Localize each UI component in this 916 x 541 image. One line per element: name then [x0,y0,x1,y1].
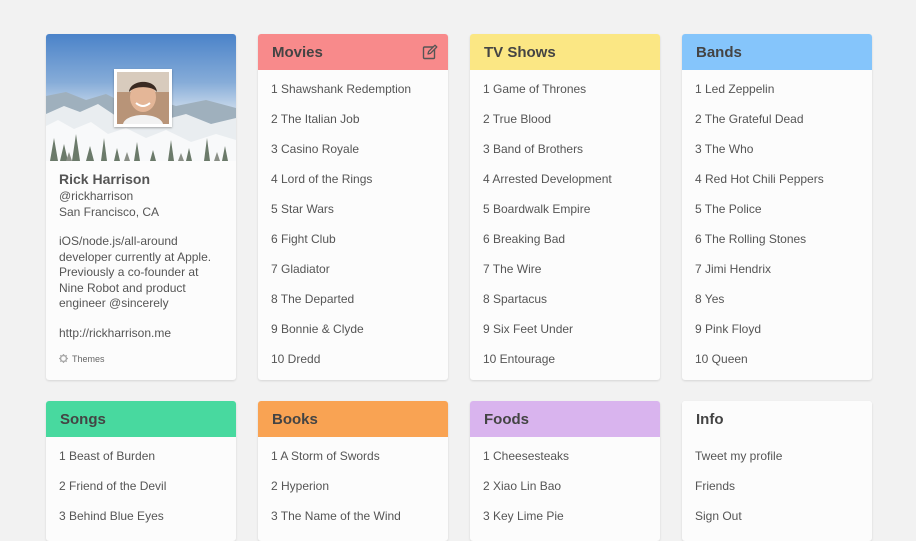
tv-shows-item: 10 Entourage [483,352,556,366]
tv-shows-card: TV Shows 1 Game of Thrones 2 True Blood 3 … [470,34,660,380]
tv-shows-item: 7 The Wire [483,262,542,276]
foods-header: Foods [470,401,660,437]
bands-item: 4 Red Hot Chili Peppers [695,172,824,186]
profile-banner [46,34,236,161]
songs-card: Songs 1 Beast of Burden 2 Friend of the D… [46,401,236,541]
movies-item: 4 Lord of the Rings [271,172,373,186]
bands-list: 1 Led Zeppelin 2 The Grateful Dead 3 The W… [682,74,872,374]
tv-shows-item: 1 Game of Thrones [483,82,587,96]
books-list: 1 A Storm of Swords 2 Hyperion 3 The Name … [258,441,448,531]
bands-header: Bands [682,34,872,70]
movies-header: Movies [258,34,448,70]
movies-item: 6 Fight Club [271,232,336,246]
bands-item: 7 Jimi Hendrix [695,262,772,276]
movies-card: Movies 1 Shawshank Redemption 2 The Itali… [258,34,448,380]
books-title: Books [272,410,318,428]
profile-url-link[interactable]: http://rickharrison.me [59,326,223,341]
foods-title: Foods [484,410,529,428]
songs-header: Songs [46,401,236,437]
bands-card: Bands 1 Led Zeppelin 2 The Grateful Dead 3… [682,34,872,380]
tv-shows-item: 8 Spartacus [483,292,548,306]
tv-shows-header: TV Shows [470,34,660,70]
books-item: 2 Hyperion [271,479,330,493]
avatar-photo [117,72,169,124]
bands-item: 5 The Police [695,202,762,216]
profile-name: Rick Harrison [59,171,151,187]
foods-item: 2 Xiao Lin Bao [483,479,562,493]
foods-card: Foods 1 Cheesesteaks 2 Xiao Lin Bao 3 Key … [470,401,660,541]
edit-icon[interactable] [422,44,438,60]
info-item[interactable]: Sign Out [695,501,859,531]
info-card: Info Tweet my profile Friends Sign Out [682,401,872,541]
avatar[interactable] [114,69,172,127]
profile-location: San Francisco, CA [59,204,160,219]
gear-icon [59,354,68,363]
songs-title: Songs [60,410,106,428]
movies-item: 1 Shawshank Redemption [271,82,412,96]
profile-handle[interactable]: @rickharrison [59,189,223,205]
info-item[interactable]: Friends [695,471,859,501]
info-title: Info [696,410,724,428]
bands-item: 3 The Who [695,142,754,156]
movies-item: 2 The Italian Job [271,112,360,126]
bands-item: 10 Queen [695,352,748,366]
bands-item: 2 The Grateful Dead [695,112,804,126]
tv-shows-item: 4 Arrested Development [483,172,612,186]
songs-item: 3 Behind Blue Eyes [59,509,164,523]
themes-label: Themes [72,353,105,364]
tv-shows-title: TV Shows [484,43,556,61]
bands-item: 9 Pink Floyd [695,322,762,336]
movies-item: 9 Bonnie & Clyde [271,322,364,336]
bands-item: 8 Yes [695,292,725,306]
bands-item: 1 Led Zeppelin [695,82,775,96]
profile-card: Rick Harrison @rickharrison San Francisc… [46,34,236,380]
themes-button[interactable]: Themes [59,354,223,364]
profile-bio: iOS/node.js/all-around developer current… [59,234,212,310]
bands-item: 6 The Rolling Stones [695,232,807,246]
books-card: Books 1 A Storm of Swords 2 Hyperion 3 The… [258,401,448,541]
tv-shows-item: 3 Band of Brothers [483,142,584,156]
movies-item: 10 Dredd [271,352,321,366]
tv-shows-item: 5 Boardwalk Empire [483,202,591,216]
movies-item: 8 The Departed [271,292,355,306]
movies-title: Movies [272,43,323,61]
info-item[interactable]: Tweet my profile [695,441,859,471]
movies-item: 7 Gladiator [271,262,330,276]
info-header: Info [682,401,872,437]
tv-shows-item: 2 True Blood [483,112,552,126]
movies-item: 3 Casino Royale [271,142,360,156]
songs-list: 1 Beast of Burden 2 Friend of the Devil 3 … [46,441,236,531]
movies-item: 5 Star Wars [271,202,334,216]
songs-item: 1 Beast of Burden [59,449,156,463]
tv-shows-item: 6 Breaking Bad [483,232,566,246]
tv-shows-item: 9 Six Feet Under [483,322,574,336]
info-list[interactable]: Tweet my profile Friends Sign Out [682,441,872,531]
foods-item: 3 Key Lime Pie [483,509,564,523]
foods-list: 1 Cheesesteaks 2 Xiao Lin Bao 3 Key Lime P… [470,441,660,531]
books-item: 1 A Storm of Swords [271,449,380,463]
movies-list: 1 Shawshank Redemption 2 The Italian Job 3… [258,74,448,374]
foods-item: 1 Cheesesteaks [483,449,570,463]
bands-title: Bands [696,43,742,61]
books-header: Books [258,401,448,437]
songs-item: 2 Friend of the Devil [59,479,167,493]
books-item: 3 The Name of the Wind [271,509,401,523]
tv-shows-list: 1 Game of Thrones 2 True Blood 3 Band of B… [470,74,660,374]
